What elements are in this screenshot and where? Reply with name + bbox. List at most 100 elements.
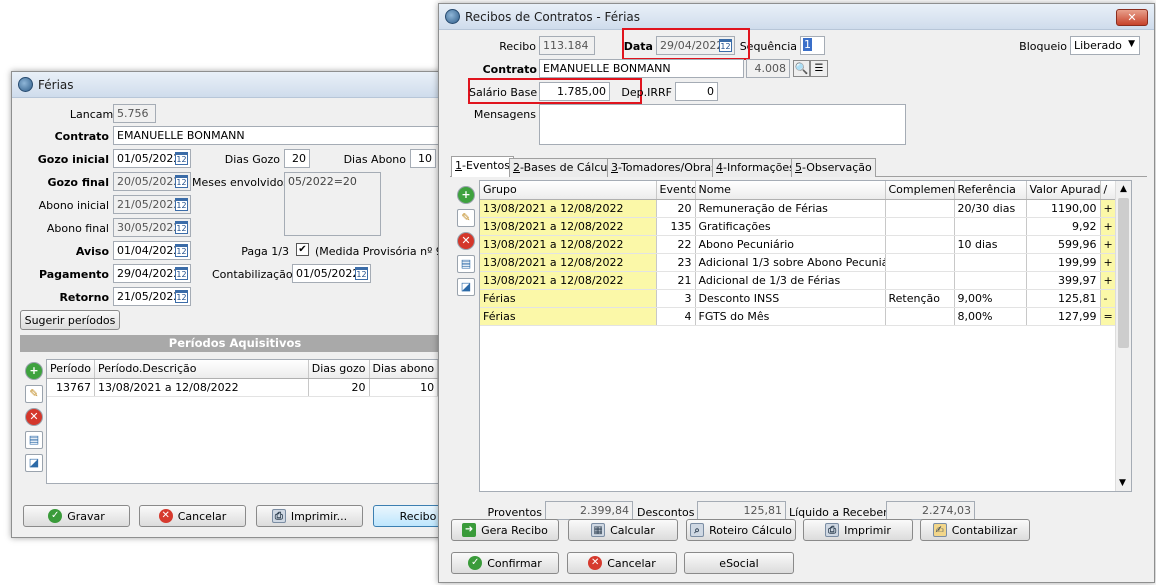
tab-tomadores-obras[interactable]: 3-Tomadores/Obras — [607, 158, 721, 177]
abono-inicial-field[interactable]: 21/05/2022 12 — [113, 195, 191, 214]
calendar-icon[interactable]: 12 — [175, 198, 188, 211]
calendar-icon[interactable]: 12 — [175, 221, 188, 234]
recibo-field[interactable]: 113.184 — [539, 36, 595, 55]
col-evento[interactable]: Evento — [656, 181, 696, 200]
sequencia-field[interactable]: 1 — [800, 36, 825, 55]
col-dias-gozo[interactable]: Dias gozo — [308, 360, 370, 379]
calendar-icon[interactable]: 12 — [175, 290, 188, 303]
sugerir-periodos-button[interactable]: Sugerir períodos — [20, 310, 120, 330]
cell: + — [1100, 271, 1117, 290]
proventos-field[interactable]: 2.399,84 — [545, 501, 633, 520]
cell: + — [1100, 217, 1117, 236]
meses-field[interactable]: 05/2022=20 — [284, 172, 381, 236]
dias-gozo-field[interactable]: 20 — [284, 149, 310, 168]
descontos-field[interactable]: 125,81 — [697, 501, 786, 520]
chevron-down-icon[interactable]: ▼ — [1128, 39, 1135, 49]
view-icon[interactable]: ▤ — [25, 431, 43, 449]
table-row[interactable]: 13/08/2021 a 12/08/2022 23 Adicional 1/3 s… — [480, 253, 1117, 272]
tab-label: -Eventos — [462, 159, 510, 172]
cancelar-button[interactable]: ✕ Cancelar — [567, 552, 677, 574]
col-grupo[interactable]: Grupo — [480, 181, 657, 200]
recibo-titlebar: Recibos de Contratos - Férias ✕ — [439, 4, 1154, 30]
check-icon: ✓ — [468, 556, 483, 570]
paga-checkbox[interactable]: ✔ — [296, 243, 309, 256]
lancamento-field[interactable]: 5.756 — [113, 104, 156, 123]
pagamento-field[interactable]: 29/04/2022 12 — [113, 264, 191, 283]
table-row[interactable]: Férias 3 Desconto INSS Retenção 9,00% 125,81- — [480, 289, 1117, 308]
list-icon[interactable]: ☰ — [810, 60, 828, 77]
col-nome[interactable]: Nome — [695, 181, 886, 200]
mensagens-field[interactable] — [539, 104, 906, 145]
tab-eventos[interactable]: 1-Eventos — [451, 156, 514, 177]
delete-icon[interactable]: ✕ — [457, 232, 475, 250]
contabilizar-button[interactable]: ✍ Contabilizar — [920, 519, 1030, 541]
col-periodo[interactable]: Período — [47, 360, 96, 379]
table-row[interactable]: 13767 13/08/2021 a 12/08/2022 20 10 N — [47, 378, 449, 397]
table-row[interactable]: 13/08/2021 a 12/08/2022 21 Adicional de 1/… — [480, 271, 1117, 290]
aviso-field[interactable]: 01/04/2022 12 — [113, 241, 191, 260]
chevron-down-icon[interactable]: ▼ — [1119, 478, 1126, 488]
add-icon[interactable]: + — [25, 362, 43, 380]
form-icon[interactable]: ◪ — [25, 454, 43, 472]
add-icon[interactable]: + — [457, 186, 475, 204]
gozo-inicial-field[interactable]: 01/05/2022 12 — [113, 149, 191, 168]
edit-icon[interactable]: ✎ — [457, 209, 475, 227]
bloqueio-label: Bloqueio — [1019, 40, 1067, 53]
view-icon[interactable]: ▤ — [457, 255, 475, 273]
calendar-icon[interactable]: 12 — [175, 175, 188, 188]
table-row[interactable]: Férias 4 FGTS do Mês 8,00% 127,99 = — [480, 307, 1117, 326]
gozo-final-field[interactable]: 20/05/2022 12 — [113, 172, 191, 191]
tab-observacao[interactable]: 5-Observação — [791, 158, 876, 177]
cell: 22 — [656, 235, 696, 254]
col-complemento[interactable]: Complemento — [885, 181, 955, 200]
recibo-label: Recibo — [499, 40, 536, 53]
arrow-icon: ➜ — [462, 523, 477, 537]
gera-recibo-button[interactable]: ➜ Gera Recibo — [451, 519, 559, 541]
salario-field[interactable]: 1.785,00 — [539, 82, 610, 101]
contrato-field[interactable]: EMANUELLE BONMANN — [539, 59, 744, 78]
esocial-button[interactable]: eSocial — [684, 552, 794, 574]
tab-key: 2 — [513, 161, 520, 174]
table-row[interactable]: 13/08/2021 a 12/08/2022 135 Gratificações 9… — [480, 217, 1117, 236]
tab-bases-calculo[interactable]: 2-Bases de Cálculo — [509, 158, 622, 177]
scrollbar-thumb[interactable] — [1118, 198, 1129, 348]
dep-field[interactable]: 0 — [675, 82, 718, 101]
table-row[interactable]: 13/08/2021 a 12/08/2022 22 Abono Pecuniári… — [480, 235, 1117, 254]
col-periodo-descricao[interactable]: Período.Descrição — [94, 360, 309, 379]
liquido-field[interactable]: 2.274,03 — [886, 501, 975, 520]
dias-abono-field[interactable]: 10 — [410, 149, 436, 168]
contrato-num-field[interactable]: 4.008 — [746, 59, 790, 78]
cell: Remuneração de Férias — [695, 199, 886, 218]
col-valor-apurado[interactable]: Valor Apurado — [1026, 181, 1101, 200]
calendar-icon[interactable]: 12 — [175, 244, 188, 257]
proventos-label: Proventos — [487, 506, 542, 519]
close-icon[interactable]: ✕ — [1116, 9, 1148, 26]
confirmar-button[interactable]: ✓ Confirmar — [451, 552, 559, 574]
form-icon[interactable]: ◪ — [457, 278, 475, 296]
calcular-button[interactable]: ▦ Calcular — [568, 519, 678, 541]
abono-final-field[interactable]: 30/05/2022 12 — [113, 218, 191, 237]
search-icon[interactable]: 🔍 — [793, 60, 810, 77]
calendar-icon[interactable]: 12 — [175, 152, 188, 165]
delete-icon[interactable]: ✕ — [25, 408, 43, 426]
gravar-button[interactable]: ✓ Gravar — [23, 505, 130, 527]
contrato-field[interactable]: EMANUELLE BONMANN — [113, 126, 453, 145]
cell — [885, 307, 955, 326]
table-row[interactable]: 13/08/2021 a 12/08/2022 20 Remuneração de … — [480, 199, 1117, 218]
calendar-icon[interactable]: 12 — [355, 267, 368, 280]
col-dias-abono[interactable]: Dias abono — [369, 360, 439, 379]
col-sinal[interactable]: / — [1100, 181, 1117, 200]
contabilizacao-field[interactable]: 01/05/2022 12 — [292, 264, 371, 283]
col-referencia[interactable]: Referência — [954, 181, 1027, 200]
scrollbar[interactable]: ▲ ▼ — [1115, 181, 1131, 491]
imprimir-button[interactable]: ⎙ Imprimir... — [256, 505, 363, 527]
cancelar-button[interactable]: ✕ Cancelar — [139, 505, 246, 527]
chevron-up-icon[interactable]: ▲ — [1116, 184, 1131, 194]
bloqueio-select[interactable]: Liberado ▼ — [1070, 36, 1140, 55]
tab-informacoes[interactable]: 4-Informações — [712, 158, 799, 177]
roteiro-calculo-button[interactable]: ⌕ Roteiro Cálculo — [686, 519, 796, 541]
retorno-field[interactable]: 21/05/2022 12 — [113, 287, 191, 306]
imprimir-button[interactable]: ⎙ Imprimir — [803, 519, 913, 541]
calendar-icon[interactable]: 12 — [175, 267, 188, 280]
edit-icon[interactable]: ✎ — [25, 385, 43, 403]
